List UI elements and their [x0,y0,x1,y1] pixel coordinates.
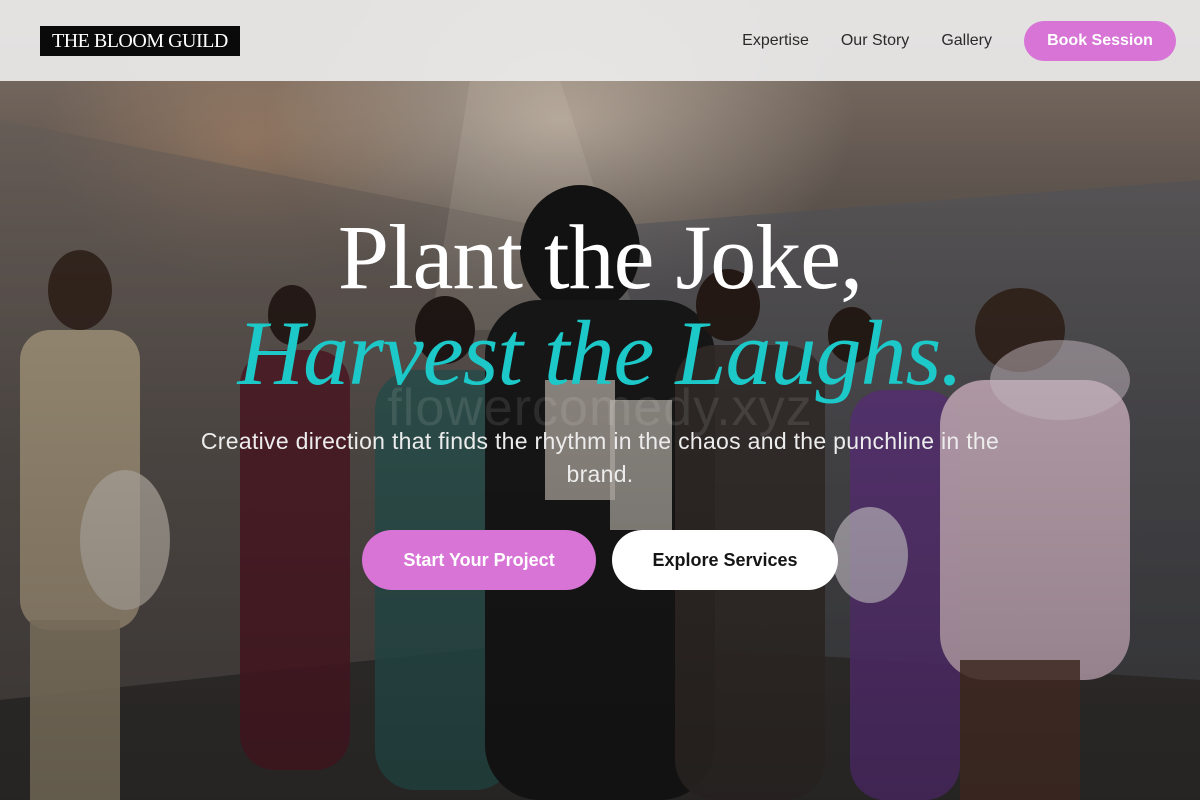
site-header: THE BLOOM GUILD Expertise Our Story Gall… [0,0,1200,81]
start-project-button[interactable]: Start Your Project [362,530,596,590]
brand-logo[interactable]: THE BLOOM GUILD [40,25,240,56]
hero-section: flowercomedy.xyz Plant the Joke, Harvest… [0,0,1200,800]
hero-subtitle: Creative direction that finds the rhythm… [200,428,1000,487]
hero-headline-line-2: Harvest the Laughs. [237,302,964,404]
nav-link-gallery[interactable]: Gallery [941,32,992,50]
main-nav: Expertise Our Story Gallery Book Session [742,20,1176,61]
hero-headline-line-1: Plant the Joke, [337,206,863,308]
nav-link-our-story[interactable]: Our Story [841,32,909,50]
hero-cta-group: Start Your Project Explore Services [0,530,1200,590]
explore-services-button[interactable]: Explore Services [612,530,838,590]
nav-link-expertise[interactable]: Expertise [742,32,809,50]
landing-page: THE BLOOM GUILD Expertise Our Story Gall… [0,0,1200,800]
book-session-button[interactable]: Book Session [1024,20,1176,61]
